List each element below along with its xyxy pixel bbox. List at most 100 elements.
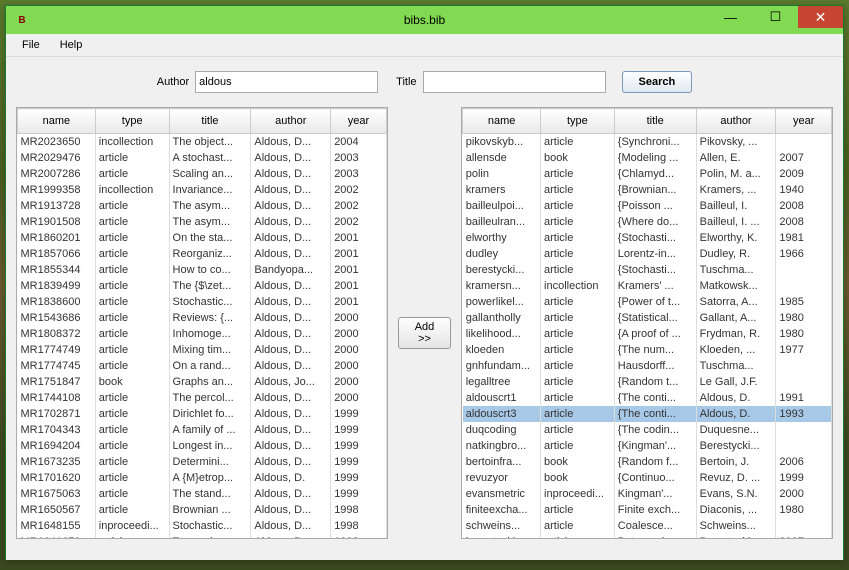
col-author[interactable]: author	[251, 109, 331, 134]
table-row[interactable]: MR1857066articleReorganiz...Aldous, D...…	[18, 246, 387, 262]
table-row[interactable]: MR1774745articleOn a rand...Aldous, D...…	[18, 358, 387, 374]
table-row[interactable]: MR2007286articleScaling an...Aldous, D..…	[18, 166, 387, 182]
table-row[interactable]: MR1839499articleThe {$\zet...Aldous, D..…	[18, 278, 387, 294]
table-row[interactable]: MR1702871articleDirichlet fo...Aldous, D…	[18, 406, 387, 422]
table-row[interactable]: kloedenarticle{The num...Kloeden, ...197…	[463, 342, 832, 358]
cell-type: article	[541, 374, 615, 390]
cell-year: 2002	[331, 214, 387, 230]
table-row[interactable]: MR1650567articleBrownian ...Aldous, D...…	[18, 502, 387, 518]
table-row[interactable]: MR1701620articleA {M}etrop...Aldous, D.1…	[18, 470, 387, 486]
table-row[interactable]: MR1648155inproceedi...Stochastic...Aldou…	[18, 518, 387, 534]
col-title[interactable]: title	[614, 109, 696, 134]
table-row[interactable]: MR2023650incollectionThe object...Aldous…	[18, 134, 387, 151]
table-row[interactable]: MR1675063articleThe stand...Aldous, D...…	[18, 486, 387, 502]
table-row[interactable]: revuzyorbook{Continuo...Revuz, D. ...199…	[463, 470, 832, 486]
col-year[interactable]: year	[331, 109, 387, 134]
cell-year	[776, 438, 832, 454]
cell-title: Longest in...	[169, 438, 251, 454]
table-row[interactable]: allensdebook{Modeling ...Allen, E.2007	[463, 150, 832, 166]
menu-file[interactable]: File	[12, 36, 50, 54]
cell-year: 2009	[776, 166, 832, 182]
table-row[interactable]: MR2029476articleA stochast...Aldous, D..…	[18, 150, 387, 166]
table-row[interactable]: MR1673235articleDetermini...Aldous, D...…	[18, 454, 387, 470]
col-name[interactable]: name	[463, 109, 541, 134]
cell-author: Le Gall, J.F.	[696, 374, 776, 390]
col-type[interactable]: type	[541, 109, 615, 134]
table-row[interactable]: gallanthollyarticle{Statistical...Gallan…	[463, 310, 832, 326]
table-row[interactable]: MR1855344articleHow to co...Bandyopa...2…	[18, 262, 387, 278]
table-row[interactable]: berestycki...article{Stochasti...Tuschma…	[463, 262, 832, 278]
cell-title: Inhomoge...	[169, 326, 251, 342]
table-row[interactable]: MR1838600articleStochastic...Aldous, D..…	[18, 294, 387, 310]
author-input[interactable]	[195, 71, 378, 93]
col-author[interactable]: author	[696, 109, 776, 134]
table-row[interactable]: aldouscrt3article{The conti...Aldous, D.…	[463, 406, 832, 422]
cell-author: Berestycki...	[696, 438, 776, 454]
table-row[interactable]: bailleulpoi...article{Poisson ...Bailleu…	[463, 198, 832, 214]
table-row[interactable]: bailleulran...article{Where do...Bailleu…	[463, 214, 832, 230]
table-row[interactable]: bertoinfra...book{Random f...Bertoin, J.…	[463, 454, 832, 470]
table-row[interactable]: finiteexcha...articleFinite exch...Diaco…	[463, 502, 832, 518]
table-row[interactable]: MR1999358incollectionInvariance...Aldous…	[18, 182, 387, 198]
table-row[interactable]: powerlikel...article{Power of t...Satorr…	[463, 294, 832, 310]
table-row[interactable]: gnhfundam...articleHausdorff...Tuschma..…	[463, 358, 832, 374]
table-row[interactable]: dudleyarticleLorentz-in...Dudley, R.1966	[463, 246, 832, 262]
table-row[interactable]: kramersn...incollectionKramers' ...Matko…	[463, 278, 832, 294]
menu-help[interactable]: Help	[50, 36, 93, 54]
cell-year: 2008	[776, 214, 832, 230]
table-row[interactable]: natkingbro...article{Kingman'...Berestyc…	[463, 438, 832, 454]
table-row[interactable]: legalltreearticle{Random t...Le Gall, J.…	[463, 374, 832, 390]
cell-author: Aldous, D...	[251, 342, 331, 358]
minimize-button[interactable]: —	[708, 6, 753, 28]
cell-year: 2001	[331, 278, 387, 294]
col-name[interactable]: name	[18, 109, 96, 134]
cell-title: {Synchroni...	[614, 134, 696, 151]
cell-type: article	[95, 534, 169, 538]
cell-title: Tree-value...	[169, 534, 251, 538]
cell-name: elworthy	[463, 230, 541, 246]
cell-title: {Chlamyd...	[614, 166, 696, 182]
col-year[interactable]: year	[776, 109, 832, 134]
table-row[interactable]: schweins...articleCoalesce...Schweins...	[463, 518, 832, 534]
table-row[interactable]: elworthyarticle{Stochasti...Elworthy, K.…	[463, 230, 832, 246]
add-button[interactable]: Add >>	[398, 317, 451, 349]
table-row[interactable]: MR1808372articleInhomoge...Aldous, D...2…	[18, 326, 387, 342]
table-row[interactable]: MR1641670articleTree-value...Aldous, D..…	[18, 534, 387, 538]
col-title[interactable]: title	[169, 109, 251, 134]
table-row[interactable]: MR1901508articleThe asym...Aldous, D...2…	[18, 214, 387, 230]
table-row[interactable]: MR1860201articleOn the sta...Aldous, D..…	[18, 230, 387, 246]
table-row[interactable]: MR1744108articleThe percol...Aldous, D..…	[18, 390, 387, 406]
right-table-scroll[interactable]: name type title author year pikovskyb...…	[462, 108, 832, 538]
table-row[interactable]: duqcodingarticle{The codin...Duquesne...	[463, 422, 832, 438]
cell-type: article	[541, 182, 615, 198]
table-row[interactable]: evansmetricinproceedi...Kingman'...Evans…	[463, 486, 832, 502]
table-row[interactable]: MR1774749articleMixing tim...Aldous, D..…	[18, 342, 387, 358]
cell-type: inproceedi...	[95, 518, 169, 534]
cell-author: Aldous, D...	[251, 150, 331, 166]
table-row[interactable]: berestycki...articleBeta-coal...Berestyc…	[463, 534, 832, 538]
table-row[interactable]: MR1704343articleA family of ...Aldous, D…	[18, 422, 387, 438]
table-row[interactable]: MR1751847bookGraphs an...Aldous, Jo...20…	[18, 374, 387, 390]
table-row[interactable]: kramersarticle{Brownian...Kramers, ...19…	[463, 182, 832, 198]
table-row[interactable]: MR1913728articleThe asym...Aldous, D...2…	[18, 198, 387, 214]
cell-title: Reorganiz...	[169, 246, 251, 262]
table-row[interactable]: pikovskyb...article{Synchroni...Pikovsky…	[463, 134, 832, 151]
table-row[interactable]: aldouscrt1article{The conti...Aldous, D.…	[463, 390, 832, 406]
cell-author: Matkowsk...	[696, 278, 776, 294]
cell-name: MR1913728	[18, 198, 96, 214]
cell-name: powerlikel...	[463, 294, 541, 310]
table-row[interactable]: MR1694204articleLongest in...Aldous, D..…	[18, 438, 387, 454]
table-row[interactable]: MR1543686articleReviews: {...Aldous, D..…	[18, 310, 387, 326]
close-button[interactable]: ✕	[798, 6, 843, 28]
cell-title: {Stochasti...	[614, 262, 696, 278]
left-table-scroll[interactable]: name type title author year MR2023650inc…	[17, 108, 387, 538]
col-type[interactable]: type	[95, 109, 169, 134]
maximize-button[interactable]: ☐	[753, 6, 798, 28]
cell-type: article	[95, 262, 169, 278]
cell-type: article	[541, 422, 615, 438]
title-input[interactable]	[423, 71, 606, 93]
table-row[interactable]: likelihood...article{A proof of ...Frydm…	[463, 326, 832, 342]
search-button[interactable]: Search	[622, 71, 693, 93]
cell-author: Aldous, Jo...	[251, 374, 331, 390]
table-row[interactable]: polinarticle{Chlamyd...Polin, M. a...200…	[463, 166, 832, 182]
